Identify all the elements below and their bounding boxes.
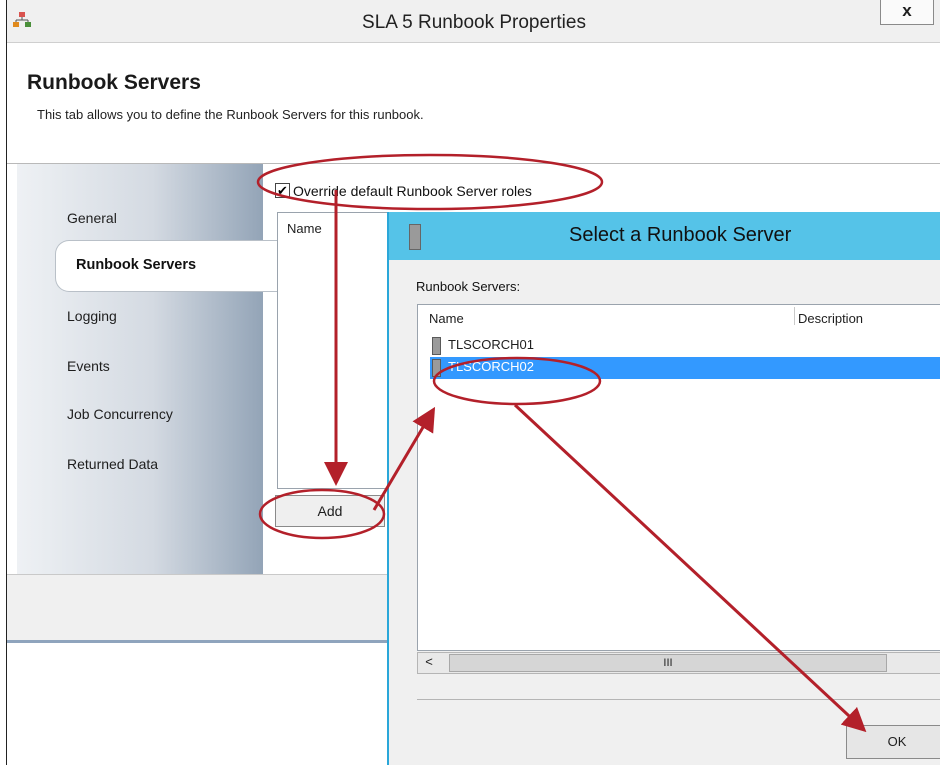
server-list[interactable]: Name Description TLSCORCH01 TLSCORCH02 <box>417 304 940 651</box>
server-icon <box>432 359 441 377</box>
override-checkbox[interactable]: ✔ <box>275 183 290 198</box>
page-header: Runbook Servers This tab allows you to d… <box>7 43 940 164</box>
sidebar-item-returned-data[interactable]: Returned Data <box>67 456 158 472</box>
override-checkbox-label[interactable]: Override default Runbook Server roles <box>293 183 532 199</box>
list-item[interactable]: TLSCORCH01 <box>430 335 940 355</box>
server-icon <box>432 337 441 355</box>
sidebar-item-job-concurrency[interactable]: Job Concurrency <box>67 406 173 422</box>
column-divider[interactable] <box>794 307 795 325</box>
window-title: SLA 5 Runbook Properties <box>362 12 586 33</box>
add-button[interactable]: Add <box>275 495 385 527</box>
server-name: TLSCORCH01 <box>448 337 534 352</box>
page-title: Runbook Servers <box>27 71 201 94</box>
dialog-title-bar: Select a Runbook Server <box>389 212 940 260</box>
column-header-name[interactable]: Name <box>429 311 464 326</box>
dialog-title: Select a Runbook Server <box>569 224 792 246</box>
scroll-left-icon[interactable]: < <box>421 654 437 672</box>
ok-button[interactable]: OK <box>846 725 940 759</box>
column-header-description[interactable]: Description <box>798 311 863 326</box>
server-icon <box>409 224 421 250</box>
dialog-divider <box>417 699 940 700</box>
column-header-name[interactable]: Name <box>287 221 322 236</box>
server-name: TLSCORCH02 <box>448 359 534 374</box>
sidebar-item-runbook-servers[interactable]: Runbook Servers <box>55 240 282 292</box>
sidebar <box>17 164 263 574</box>
select-server-dialog: Select a Runbook Server Runbook Servers:… <box>387 212 940 765</box>
scroll-thumb[interactable]: III <box>449 654 887 672</box>
list-item-selected[interactable]: TLSCORCH02 <box>430 357 940 379</box>
sidebar-item-label: Runbook Servers <box>76 257 197 273</box>
page-subtitle: This tab allows you to define the Runboo… <box>37 107 424 122</box>
sidebar-item-logging[interactable]: Logging <box>67 308 117 324</box>
close-button[interactable]: x <box>880 0 934 25</box>
horizontal-scrollbar[interactable]: < III <box>417 652 940 674</box>
sidebar-item-events[interactable]: Events <box>67 358 110 374</box>
title-bar: SLA 5 Runbook Properties x <box>7 0 940 43</box>
sidebar-item-general[interactable]: General <box>67 210 117 226</box>
list-label: Runbook Servers: <box>416 279 521 294</box>
